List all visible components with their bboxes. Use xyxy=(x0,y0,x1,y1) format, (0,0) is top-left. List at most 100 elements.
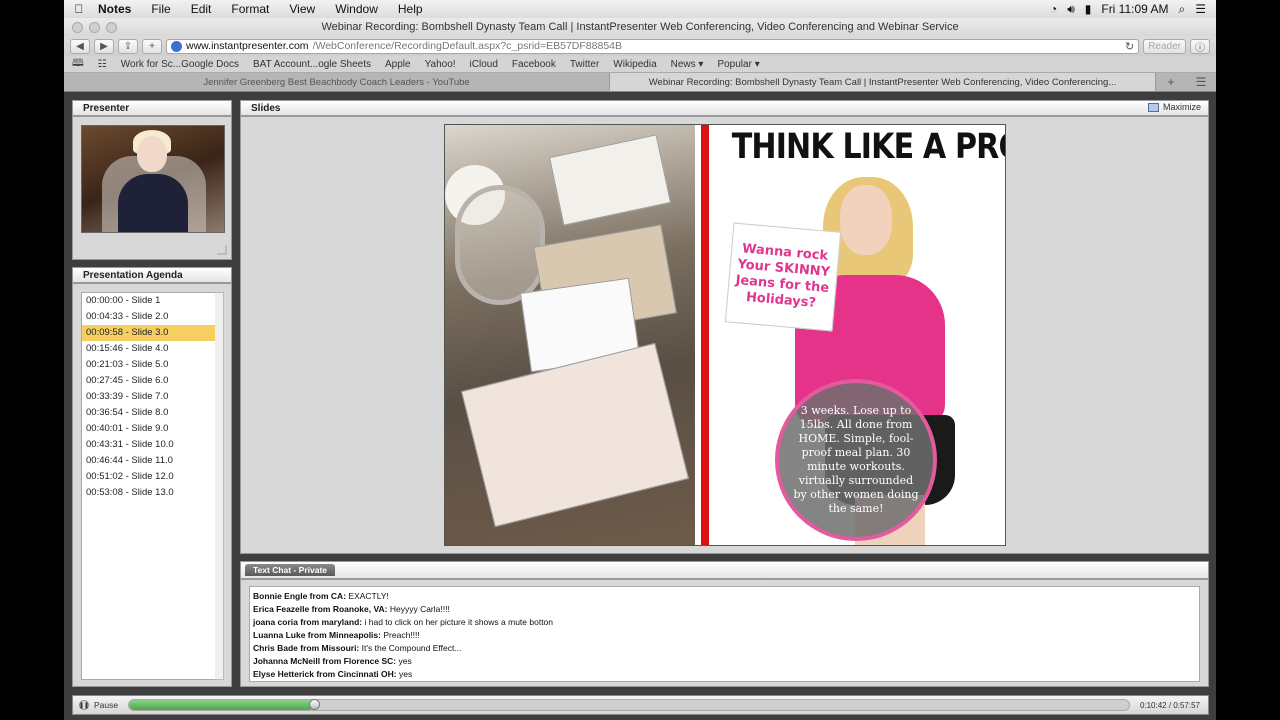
progress-track[interactable] xyxy=(128,699,1130,711)
menu-clock[interactable]: Fri 11:09 AM xyxy=(1101,2,1168,16)
reload-icon[interactable]: ↻ xyxy=(1125,40,1134,53)
agenda-item[interactable]: 00:33:39 - Slide 7.0 xyxy=(82,389,218,405)
agenda-body: 00:00:00 - Slide 1 00:04:33 - Slide 2.0 00… xyxy=(72,283,232,687)
favorite-wikipedia[interactable]: Wikipedia xyxy=(613,59,656,70)
status-area: ◔ 🔊︎ ▮ Fri 11:09 AM ⌕ ☰ xyxy=(1050,2,1216,17)
chat-sender: Johanna McNeill from Florence SC: xyxy=(253,656,397,666)
slides-panel: Slides Maximize THINK LIKE A PRO! Wanna … xyxy=(240,100,1209,554)
chat-body: Bonnie Engle from CA: EXACTLY! Erica Feaz… xyxy=(240,579,1209,687)
chat-message: joana coria from maryland: i had to clic… xyxy=(253,616,1196,629)
presenter-panel: Presenter xyxy=(72,100,232,260)
photo-catalog xyxy=(461,342,689,528)
favorite-work-docs[interactable]: Work for Sc...Google Docs xyxy=(121,59,239,70)
agenda-item[interactable]: 00:09:58 - Slide 3.0 xyxy=(82,325,218,341)
chat-text: yes xyxy=(398,656,412,666)
slide-title: THINK LIKE A PRO! xyxy=(731,127,1006,167)
agenda-list: 00:00:00 - Slide 1 00:04:33 - Slide 2.0 00… xyxy=(81,292,219,680)
volume-icon[interactable]: 🔊︎ xyxy=(1067,2,1075,17)
chat-message: Johanna McNeill from Florence SC: yes xyxy=(253,655,1196,668)
agenda-item[interactable]: 00:04:33 - Slide 2.0 xyxy=(82,309,218,325)
slide-circle-callout: 3 weeks. Lose up to 15lbs. All done from… xyxy=(775,379,937,541)
favorite-facebook[interactable]: Facebook xyxy=(512,59,556,70)
maximize-icon xyxy=(1147,102,1159,112)
tab-webinar-recording[interactable]: Webinar Recording: Bombshell Dynasty Tea… xyxy=(610,73,1156,91)
video-torso xyxy=(118,174,188,232)
slides-body: THINK LIKE A PRO! Wanna rock Your SKINNY… xyxy=(240,116,1209,554)
tab-youtube[interactable]: Jennifer Greenberg Best Beachbody Coach … xyxy=(64,73,610,91)
chat-message: Erica Feazelle from Roanoke, VA: Heyyyy … xyxy=(253,603,1196,616)
back-button[interactable]: ◀ xyxy=(70,38,90,54)
agenda-item[interactable]: 00:36:54 - Slide 8.0 xyxy=(82,405,218,421)
slide-image: THINK LIKE A PRO! Wanna rock Your SKINNY… xyxy=(444,124,1006,546)
apple-icon[interactable]:  xyxy=(64,2,94,16)
agenda-panel: Presentation Agenda 00:00:00 - Slide 1 00… xyxy=(72,267,232,687)
forward-button[interactable]: ▶ xyxy=(94,38,114,54)
agenda-item[interactable]: 00:43:31 - Slide 10.0 xyxy=(82,437,218,453)
maximize-button[interactable]: Maximize xyxy=(1147,102,1201,112)
chat-log: Bonnie Engle from CA: EXACTLY! Erica Feaz… xyxy=(249,586,1200,682)
slide-sign: Wanna rock Your SKINNY Jeans for the Hol… xyxy=(724,222,842,332)
pause-icon: ❚❚ xyxy=(79,700,89,710)
favorite-apple[interactable]: Apple xyxy=(385,59,411,70)
screen:  Notes File Edit Format View Window Hel… xyxy=(64,0,1216,720)
agenda-item[interactable]: 00:53:08 - Slide 13.0 xyxy=(82,485,218,501)
chat-text: It's the Compound Effect... xyxy=(361,643,462,653)
presenter-video[interactable] xyxy=(81,125,225,233)
tab-bar: Jennifer Greenberg Best Beachbody Coach … xyxy=(64,73,1216,92)
menu-view[interactable]: View xyxy=(279,2,325,16)
reader-button[interactable]: Reader xyxy=(1143,38,1186,54)
chat-text: yes xyxy=(398,669,413,679)
pause-button[interactable]: ❚❚ Pause xyxy=(73,700,128,710)
search-icon[interactable]: ⌕ xyxy=(1179,2,1186,17)
chat-sender: Erica Feazelle from Roanoke, VA: xyxy=(253,604,388,614)
chat-sender: Luanna Luke from Minneapolis: xyxy=(253,630,381,640)
menu-help[interactable]: Help xyxy=(388,2,433,16)
url-path: /WebConference/RecordingDefault.aspx?c_p… xyxy=(312,40,623,52)
photo-tray xyxy=(455,185,545,305)
playback-bar: ❚❚ Pause 0:10:42 / 0:57:57 xyxy=(72,695,1209,715)
slide-red-divider xyxy=(701,125,709,545)
share-button[interactable]: ⇪ xyxy=(118,38,138,54)
menu-window[interactable]: Window xyxy=(325,2,388,16)
favorite-popular[interactable]: Popular ▾ xyxy=(717,59,759,70)
new-tab-button[interactable]: + xyxy=(142,38,162,54)
chat-message: Elyse Hetterick from Cincinnati OH: yes xyxy=(253,668,1196,681)
agenda-scrollbar[interactable] xyxy=(215,292,224,680)
address-bar[interactable]: www.instantpresenter.com/WebConference/R… xyxy=(166,38,1140,54)
favorite-twitter[interactable]: Twitter xyxy=(570,59,599,70)
wifi-icon[interactable]: ◔ xyxy=(1050,2,1057,16)
notification-center-icon[interactable]: ☰ xyxy=(1195,2,1206,16)
tab-text-chat-private[interactable]: Text Chat - Private xyxy=(245,564,336,576)
menu-app-name[interactable]: Notes xyxy=(94,2,141,16)
presenter-body xyxy=(72,116,232,260)
agenda-item[interactable]: 00:00:00 - Slide 1 xyxy=(82,293,218,309)
agenda-item[interactable]: 00:40:01 - Slide 9.0 xyxy=(82,421,218,437)
menu-file[interactable]: File xyxy=(141,2,180,16)
add-tab-icon[interactable]: + xyxy=(1156,73,1186,91)
agenda-item[interactable]: 00:51:02 - Slide 12.0 xyxy=(82,469,218,485)
bookmarks-icon[interactable]: 🕮︎ xyxy=(72,56,84,73)
agenda-item[interactable]: 00:27:45 - Slide 6.0 xyxy=(82,373,218,389)
chat-sender: joana coria from maryland: xyxy=(253,617,363,627)
download-icon[interactable]: ⓘ xyxy=(1190,38,1210,54)
chat-sender: Chris Bade from Missouri: xyxy=(253,643,360,653)
top-sites-icon[interactable]: ☷ xyxy=(98,59,107,70)
favorite-bat-account[interactable]: BAT Account...ogle Sheets xyxy=(253,59,371,70)
resize-grip-icon[interactable] xyxy=(217,245,227,255)
agenda-item[interactable]: 00:21:03 - Slide 5.0 xyxy=(82,357,218,373)
favorite-news[interactable]: News ▾ xyxy=(671,59,704,70)
menu-edit[interactable]: Edit xyxy=(181,2,222,16)
agenda-item[interactable]: 00:46:44 - Slide 11.0 xyxy=(82,453,218,469)
globe-icon xyxy=(171,40,182,52)
favorite-icloud[interactable]: iCloud xyxy=(470,59,498,70)
menu-format[interactable]: Format xyxy=(221,2,279,16)
presenter-heading: Presenter xyxy=(72,100,232,116)
chat-tabs: Text Chat - Private xyxy=(240,561,1209,579)
progress-knob[interactable] xyxy=(309,699,321,710)
agenda-item[interactable]: 00:15:46 - Slide 4.0 xyxy=(82,341,218,357)
favorite-yahoo[interactable]: Yahoo! xyxy=(425,59,456,70)
page-content: Presenter Presentation Agenda 00:00:00 -… xyxy=(64,93,1216,720)
battery-icon[interactable]: ▮ xyxy=(1085,2,1092,16)
playback-time: 0:10:42 / 0:57:57 xyxy=(1139,700,1200,710)
show-all-tabs-icon[interactable]: ☰ xyxy=(1186,73,1216,91)
